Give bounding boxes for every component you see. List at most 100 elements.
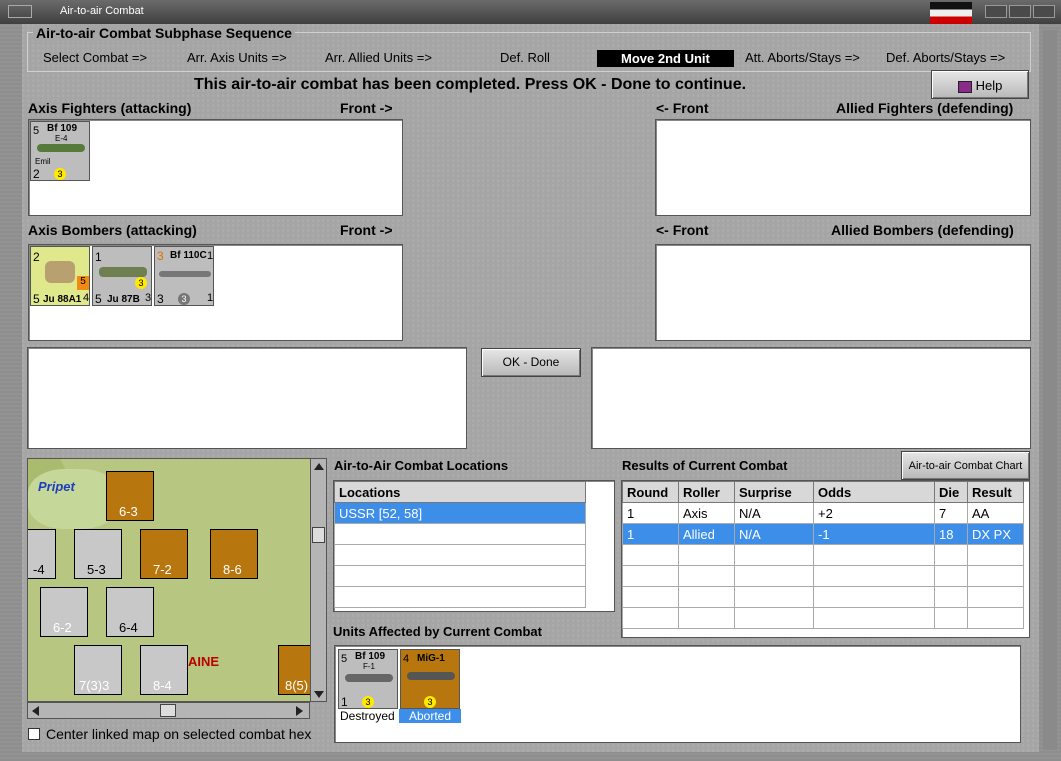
map-unit[interactable]: 8-4 [140,645,188,695]
axis-bombers-front: Front -> [340,222,393,238]
counter-value: 3 [157,249,164,263]
counter-name: Bf 110C [170,250,207,261]
counter-name: Ju 88A1 [43,294,82,305]
result-cell: 7 [934,502,968,524]
mini-map[interactable]: Pripet AINE 6-3 -4 5-3 7-2 8-6 6-2 6-4 7… [27,458,327,702]
unit-value: 6-2 [53,620,72,635]
result-cell [622,565,679,587]
locations-table: Locations USSR [52, 58] [334,481,586,608]
table-row[interactable] [622,565,1024,587]
plane-icon [45,261,75,283]
axis-result-pane [27,347,467,449]
result-cell: 1 [622,523,679,545]
close-button[interactable] [1033,5,1055,18]
allied-bombers-box[interactable] [655,244,1031,341]
locations-header: Locations [334,481,586,503]
col-result: Result [967,481,1024,503]
counter-value: 4 [83,292,90,304]
col-odds: Odds [813,481,935,503]
result-cell: 1 [622,502,679,524]
counter-value: 5 [95,292,102,306]
results-title: Results of Current Combat [622,458,788,473]
table-row[interactable] [622,607,1024,629]
plane-icon [37,144,85,152]
unit-value: -4 [33,562,45,577]
counter-value: 5 [341,653,348,665]
axis-bombers-title: Axis Bombers (attacking) [28,222,197,238]
result-cell [967,586,1024,608]
scroll-thumb[interactable] [160,704,176,717]
unit-value: 8-4 [153,678,172,693]
table-row[interactable]: 1 Axis N/A +2 7 AA [622,502,1024,524]
scroll-left-icon[interactable] [32,706,39,716]
unit-counter[interactable]: 1 3 5 Ju 87B 3 [92,246,152,306]
center-map-label: Center linked map on selected combat hex [46,726,312,742]
counter-value: 5 [33,292,40,306]
scroll-right-icon[interactable] [296,706,303,716]
counter-value: 3 [157,292,164,306]
step-def-roll: Def. Roll [500,50,550,65]
unit-value: 6-3 [119,504,138,519]
ok-done-button[interactable]: OK - Done [481,348,581,377]
counter-value: 1 [341,695,348,709]
unit-counter[interactable]: 3 Bf 110C 1 3 3 1 [154,246,214,306]
map-unit[interactable]: 7-2 [140,529,188,579]
table-row[interactable]: USSR [52, 58] [334,502,586,524]
result-cell [622,544,679,566]
counter-value: 1 [207,292,214,304]
location-cell: USSR [52, 58] [334,502,586,524]
allied-bombers-front: <- Front [656,222,709,238]
scroll-thumb[interactable] [312,527,325,543]
scroll-up-icon[interactable] [314,463,324,470]
map-unit[interactable]: 6-2 [40,587,88,637]
result-cell [967,544,1024,566]
unit-counter[interactable]: 5 Bf 109 E-4 Emil 2 3 [30,121,90,181]
unit-value: 8-6 [223,562,242,577]
col-roller: Roller [678,481,735,503]
map-unit[interactable]: 8-6 [210,529,258,579]
map-unit[interactable]: -4 [28,529,56,579]
map-unit[interactable]: 7(3)3 [74,645,122,695]
unit-counter[interactable]: 2 5 5 Ju 88A1 4 [30,246,90,306]
destroyed-label: Destroyed [340,709,395,723]
window-menu-icon[interactable] [8,5,32,18]
step-att-aborts: Att. Aborts/Stays => [745,50,860,65]
table-row[interactable] [334,565,586,587]
result-cell [813,607,935,629]
center-map-checkbox[interactable] [28,728,40,740]
table-row[interactable]: 1 Allied N/A -1 18 DX PX [622,523,1024,545]
plane-icon [345,674,393,682]
map-unit[interactable]: 6-3 [106,471,154,521]
axis-fighters-title: Axis Fighters (attacking) [28,100,192,116]
table-row[interactable] [334,544,586,566]
combat-chart-button[interactable]: Air-to-air Combat Chart [901,451,1030,480]
allied-fighters-box[interactable] [655,119,1031,216]
maximize-button[interactable] [1009,5,1031,18]
unit-counter[interactable]: 4 MiG-1 3 [400,649,460,709]
help-button[interactable]: Help [931,70,1029,99]
map-vertical-scrollbar[interactable] [310,458,327,702]
counter-value: 4 [403,653,410,665]
window-scrollbar[interactable] [1043,30,1057,750]
col-die: Die [934,481,968,503]
counter-badge: 3 [54,168,66,180]
table-row[interactable] [334,523,586,545]
unit-value: 8(5) [285,678,309,693]
counter-badge: 3 [362,696,374,708]
map-horizontal-scrollbar[interactable] [27,702,310,719]
counter-name: MiG-1 [417,653,445,664]
counter-sub: E-4 [55,134,68,143]
table-row[interactable] [334,586,586,608]
result-cell: Allied [678,523,735,545]
map-unit[interactable]: 5-3 [74,529,122,579]
unit-counter[interactable]: 5 Bf 109 F-1 1 3 [338,649,398,709]
map-unit[interactable]: 6-4 [106,587,154,637]
table-row[interactable] [622,544,1024,566]
table-row[interactable] [622,586,1024,608]
scroll-down-icon[interactable] [314,691,324,698]
minimize-button[interactable] [985,5,1007,18]
result-cell [622,607,679,629]
result-cell [734,565,814,587]
help-book-icon [957,80,972,93]
counter-badge: 3 [135,277,147,289]
